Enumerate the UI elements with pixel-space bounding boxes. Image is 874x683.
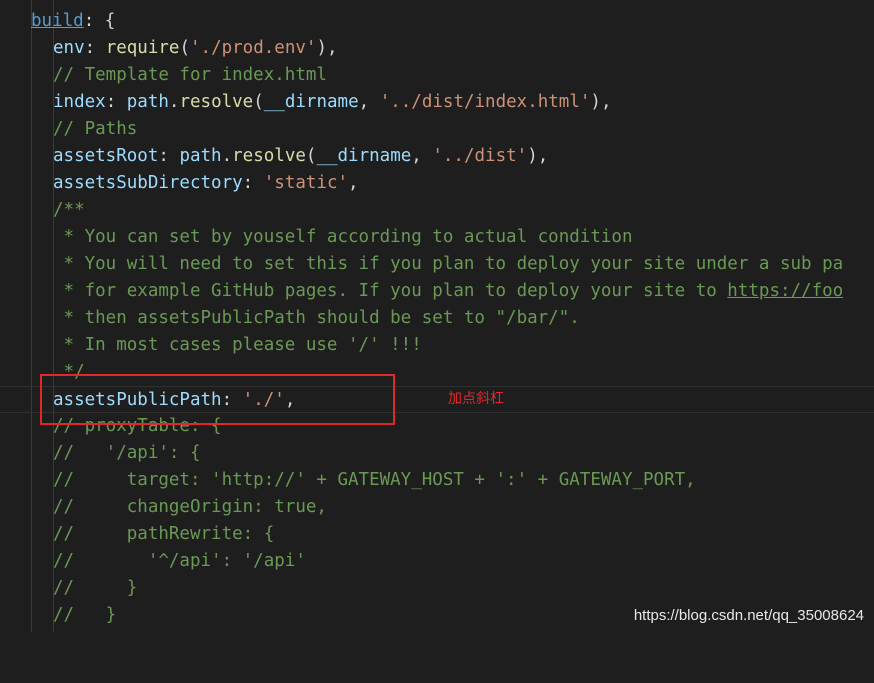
code-line[interactable]: assetsRoot: path.resolve(__dirname, '../…	[0, 143, 874, 170]
code-line[interactable]: // '^/api': '/api'	[0, 548, 874, 575]
watermark: https://blog.csdn.net/qq_35008624	[633, 607, 864, 624]
code-line[interactable]: index: path.resolve(__dirname, '../dist/…	[0, 89, 874, 116]
code-editor[interactable]: build: { env: require('./prod.env'), // …	[0, 0, 874, 632]
code-comment: // pathRewrite: {	[53, 524, 275, 544]
code-obj: path	[126, 92, 169, 112]
code-comment: * You can set by youself according to ac…	[53, 227, 633, 247]
code-line[interactable]: * for example GitHub pages. If you plan …	[0, 278, 874, 305]
highlight-box	[40, 374, 395, 425]
code-comment: * You will need to set this if you plan …	[53, 254, 844, 274]
code-ident: __dirname	[263, 92, 359, 112]
code-line[interactable]: // }	[0, 575, 874, 602]
code-fn: require	[105, 38, 180, 58]
code-line[interactable]: * You can set by youself according to ac…	[0, 224, 874, 251]
comment-link[interactable]: https://foo	[727, 281, 843, 301]
code-comment: // Template for index.html	[53, 65, 327, 85]
code-comment: // target: 'http://' + GATEWAY_HOST + ':…	[53, 470, 696, 490]
code-line[interactable]: * then assetsPublicPath should be set to…	[0, 305, 874, 332]
code-comment: // }	[53, 605, 117, 625]
code-comment: // changeOrigin: true,	[53, 497, 327, 517]
code-fn: resolve	[232, 146, 306, 166]
code-str: 'static'	[263, 173, 349, 193]
code-prop: index	[53, 92, 106, 112]
code-comment: * then assetsPublicPath should be set to…	[53, 308, 580, 328]
code-line[interactable]: assetsSubDirectory: 'static',	[0, 170, 874, 197]
code-fn: resolve	[179, 92, 254, 112]
code-line[interactable]: * In most cases please use '/' !!!	[0, 332, 874, 359]
code-prop: assetsSubDirectory	[53, 173, 243, 193]
code-comment: // }	[53, 578, 138, 598]
code-punct: : {	[83, 11, 116, 31]
code-line[interactable]: build: {	[0, 8, 874, 35]
code-comment: // '/api': {	[53, 443, 201, 463]
code-str: './prod.env'	[190, 38, 317, 58]
annotation-label: 加点斜杠	[448, 391, 504, 407]
code-line[interactable]: /**	[0, 197, 874, 224]
code-prop: env	[53, 38, 85, 58]
code-line[interactable]: env: require('./prod.env'),	[0, 35, 874, 62]
code-obj: path	[179, 146, 222, 166]
code-comment: // '^/api': '/api'	[53, 551, 306, 571]
code-line[interactable]: // Paths	[0, 116, 874, 143]
code-line[interactable]: // pathRewrite: {	[0, 521, 874, 548]
code-key: build	[31, 11, 84, 31]
code-comment: * for example GitHub pages. If you plan …	[53, 281, 728, 301]
code-line[interactable]: // Template for index.html	[0, 62, 874, 89]
code-line[interactable]: // '/api': {	[0, 440, 874, 467]
code-ident: __dirname	[316, 146, 412, 166]
code-comment: // Paths	[53, 119, 138, 139]
code-comment: * In most cases please use '/' !!!	[53, 335, 422, 355]
code-line[interactable]: // target: 'http://' + GATEWAY_HOST + ':…	[0, 467, 874, 494]
code-line[interactable]: * You will need to set this if you plan …	[0, 251, 874, 278]
code-comment: /**	[53, 200, 85, 220]
code-line[interactable]: // changeOrigin: true,	[0, 494, 874, 521]
code-str: '../dist'	[432, 146, 528, 166]
code-prop: assetsRoot	[53, 146, 159, 166]
code-str: '../dist/index.html'	[379, 92, 591, 112]
